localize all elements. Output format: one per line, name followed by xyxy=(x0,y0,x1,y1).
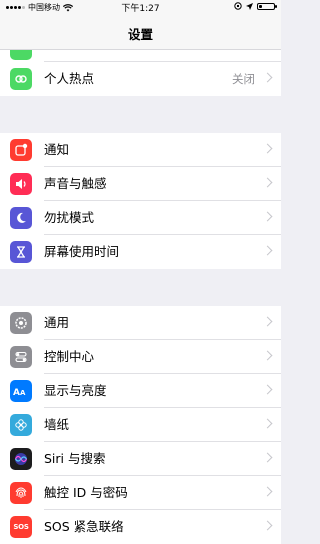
row-label: 控制中心 xyxy=(44,349,95,364)
hotspot-icon xyxy=(10,68,32,90)
siri-icon xyxy=(10,448,32,470)
location-icon xyxy=(246,2,253,10)
chevron-right-icon xyxy=(262,211,273,222)
settings-row-touch-id[interactable]: 触控 ID 与密码 xyxy=(0,476,281,510)
row-label: 通知 xyxy=(44,142,70,157)
chevron-right-icon xyxy=(262,384,273,395)
notifications-icon xyxy=(10,139,32,161)
settings-list: 个人热点 关闭 通知 声音与触感 勿扰模式 屏幕使用时间 通用 控制中心 A A… xyxy=(0,50,281,544)
row-label: 勿扰模式 xyxy=(44,210,95,225)
chevron-right-icon xyxy=(262,452,273,463)
row-label: 通用 xyxy=(44,315,70,330)
chevron-right-icon xyxy=(262,520,273,531)
settings-row-wallpaper[interactable]: 墙纸 xyxy=(0,408,281,442)
chevron-right-icon xyxy=(262,143,273,154)
row-label: 个人热点 xyxy=(44,71,95,86)
flower-icon xyxy=(10,414,32,436)
settings-row-control-center[interactable]: 控制中心 xyxy=(0,340,281,374)
text-size-icon: AA xyxy=(10,380,32,402)
battery-icon xyxy=(257,2,277,10)
moon-icon xyxy=(10,207,32,229)
section-spacer xyxy=(0,96,281,133)
settings-row-sounds[interactable]: 声音与触感 xyxy=(0,167,281,201)
settings-row-screen-time[interactable]: 屏幕使用时间 xyxy=(0,235,281,269)
orientation-lock-icon xyxy=(234,2,242,10)
chevron-right-icon xyxy=(262,486,273,497)
nav-bar: 设置 xyxy=(0,14,281,50)
chevron-right-icon xyxy=(262,350,273,361)
svg-text:A: A xyxy=(20,389,26,397)
sos-icon: SOS xyxy=(10,516,32,538)
row-label: 显示与亮度 xyxy=(44,383,107,398)
status-bar: 中国移动 下午1:27 xyxy=(0,0,281,14)
row-label: 墙纸 xyxy=(44,417,70,432)
row-label: SOS 紧急联络 xyxy=(44,519,124,534)
settings-row-siri[interactable]: Siri 与搜索 xyxy=(0,442,281,476)
svg-text:A: A xyxy=(13,388,20,397)
row-label: 屏幕使用时间 xyxy=(44,244,120,259)
group-network: 个人热点 关闭 xyxy=(0,62,281,96)
chevron-right-icon xyxy=(262,418,273,429)
chevron-right-icon xyxy=(262,245,273,256)
group-general: 通用 控制中心 AA 显示与亮度 墙纸 Siri 与搜索 触控 ID 与密码 S… xyxy=(0,306,281,544)
page-title: 设置 xyxy=(127,27,153,42)
toggles-icon xyxy=(10,346,32,368)
partial-row xyxy=(0,50,281,62)
settings-row-display[interactable]: AA 显示与亮度 xyxy=(0,374,281,408)
chevron-right-icon xyxy=(262,177,273,188)
settings-row-hotspot[interactable]: 个人热点 关闭 xyxy=(0,62,281,96)
cellular-icon xyxy=(10,50,32,60)
row-label: 声音与触感 xyxy=(44,176,107,191)
settings-row-notifications[interactable]: 通知 xyxy=(0,133,281,167)
settings-row-general[interactable]: 通用 xyxy=(0,306,281,340)
row-label: 触控 ID 与密码 xyxy=(44,485,128,500)
settings-row-do-not-disturb[interactable]: 勿扰模式 xyxy=(0,201,281,235)
hourglass-icon xyxy=(10,241,32,263)
row-label: Siri 与搜索 xyxy=(44,451,106,466)
group-notifications: 通知 声音与触感 勿扰模式 屏幕使用时间 xyxy=(0,133,281,269)
chevron-right-icon xyxy=(262,72,273,83)
chevron-right-icon xyxy=(262,316,273,327)
gear-icon xyxy=(10,312,32,334)
row-value: 关闭 xyxy=(232,72,255,86)
speaker-icon xyxy=(10,173,32,195)
section-spacer xyxy=(0,269,281,306)
status-right xyxy=(234,2,277,10)
settings-row-sos[interactable]: SOS SOS 紧急联络 xyxy=(0,510,281,544)
fingerprint-icon xyxy=(10,482,32,504)
